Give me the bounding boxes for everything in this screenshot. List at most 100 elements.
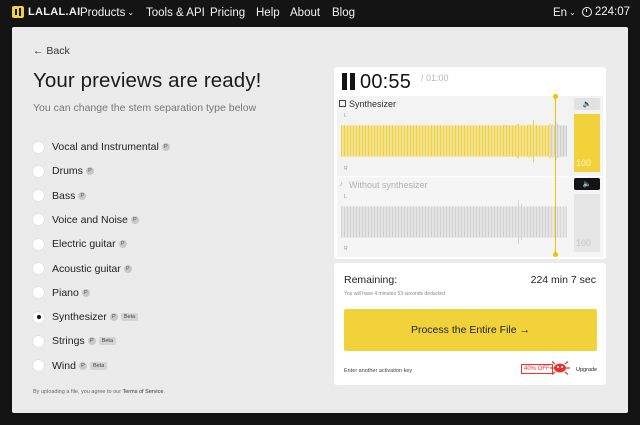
nav-about[interactable]: About xyxy=(290,7,320,19)
nav-help[interactable]: Help xyxy=(256,7,280,19)
waveform-bar xyxy=(491,206,492,238)
waveform-bar xyxy=(516,206,518,238)
playhead[interactable] xyxy=(555,97,556,255)
premium-badge: P xyxy=(130,215,139,224)
credits-display[interactable]: 224:07 xyxy=(581,6,630,18)
waveform-bar xyxy=(383,206,384,238)
waveform-bar xyxy=(549,206,551,238)
waveform-bar xyxy=(380,206,381,238)
waveform-bar xyxy=(476,125,477,157)
waveform-bar xyxy=(455,206,456,238)
waveform-bar xyxy=(543,206,545,238)
stem-option-electric-guitar[interactable]: Electric guitar P xyxy=(32,236,127,252)
waveform-bar xyxy=(552,123,554,159)
waveform-bar xyxy=(357,125,359,157)
radio-button[interactable] xyxy=(32,189,45,203)
radio-button[interactable] xyxy=(32,164,45,178)
waveform-bar xyxy=(521,125,522,157)
waveform-bar xyxy=(531,206,533,238)
radio-button[interactable] xyxy=(32,140,45,154)
track-name: Synthesizer xyxy=(349,99,397,109)
waveform-bar xyxy=(453,206,455,238)
radio-button-selected[interactable] xyxy=(32,310,45,324)
stem-option-voice-noise[interactable]: Voice and Noise P xyxy=(32,212,139,228)
nav-tools-api[interactable]: Tools & API xyxy=(146,7,205,19)
radio-button[interactable] xyxy=(32,334,45,348)
waveform-bar xyxy=(402,206,404,238)
process-entire-file-button[interactable]: Process the Entire File → xyxy=(344,309,597,351)
back-link[interactable]: ← Back xyxy=(33,45,70,57)
waveform-bar xyxy=(450,125,452,157)
waveform-bar xyxy=(525,206,527,238)
waveform-bar xyxy=(410,125,411,157)
stem-option-wind[interactable]: Wind P Beta xyxy=(32,358,108,374)
waveform-bar xyxy=(404,206,405,238)
nav-blog[interactable]: Blog xyxy=(332,7,355,19)
nav-pricing[interactable]: Pricing xyxy=(210,7,245,19)
waveform-bar xyxy=(471,206,473,238)
waveform-bar xyxy=(389,125,390,157)
track-synthesizer[interactable]: Synthesizer L R 🔈 100 xyxy=(337,96,603,176)
waveform-bar xyxy=(497,125,498,157)
upgrade-link[interactable]: Upgrade xyxy=(576,367,597,373)
mute-button[interactable]: 🔈 xyxy=(574,98,600,110)
stem-option-strings[interactable]: Strings P Beta xyxy=(32,333,117,349)
waveform-bar xyxy=(548,206,549,238)
waveform-bar xyxy=(425,125,426,157)
waveform-bar xyxy=(488,206,489,238)
synthesizer-waveform[interactable] xyxy=(337,110,569,172)
waveform-bar xyxy=(515,206,516,238)
waveform-bar xyxy=(503,125,504,157)
waveform-bar xyxy=(467,206,468,238)
radio-button[interactable] xyxy=(32,359,45,373)
stem-option-drums[interactable]: Drums P xyxy=(32,163,94,179)
logo[interactable]: LALAL.AI xyxy=(12,6,81,18)
waveform-bar xyxy=(501,206,503,238)
terms-link[interactable]: Terms of Service xyxy=(123,389,164,395)
waveform-bar xyxy=(354,125,356,157)
waveform-bar xyxy=(401,125,402,157)
waveform-bar xyxy=(477,125,479,157)
waveform-bar xyxy=(342,125,344,157)
waveform-bar xyxy=(530,206,531,238)
language-selector[interactable]: En ⌄ xyxy=(553,7,576,19)
stem-option-bass[interactable]: Bass P xyxy=(32,188,87,204)
logo-icon xyxy=(12,6,24,18)
waveform-bar xyxy=(510,206,512,238)
waveform-bar xyxy=(485,125,486,157)
playhead-knob-top[interactable] xyxy=(553,94,558,99)
waveform-bar xyxy=(395,206,396,238)
nav-products[interactable]: Products ⌄ xyxy=(80,7,134,19)
radio-button[interactable] xyxy=(32,213,45,227)
waveform-bar xyxy=(546,125,548,157)
track-without-synthesizer[interactable]: Without synthesizer L R 🔈 100 xyxy=(337,177,603,257)
waveform-bar xyxy=(444,125,446,157)
waveform-bar xyxy=(516,124,518,158)
waveform-bar xyxy=(411,206,413,238)
radio-button[interactable] xyxy=(32,286,45,300)
waveform-bar xyxy=(456,206,458,238)
pause-icon[interactable] xyxy=(342,73,356,90)
stem-option-acoustic-guitar[interactable]: Acoustic guitar P xyxy=(32,261,132,277)
radio-button[interactable] xyxy=(32,237,45,251)
mute-button[interactable]: 🔈 xyxy=(574,178,600,190)
waveform-bar xyxy=(486,125,488,157)
waveform-bar xyxy=(468,206,470,238)
waveform-bar xyxy=(386,125,387,157)
waveform-bar xyxy=(561,125,563,157)
waveform-bar xyxy=(515,125,516,157)
volume-value: 100 xyxy=(576,158,592,168)
stem-option-vocal-instrumental[interactable]: Vocal and Instrumental P xyxy=(32,139,170,155)
playhead-knob-bottom[interactable] xyxy=(553,252,558,257)
stem-option-piano[interactable]: Piano P xyxy=(32,285,90,301)
waveform-bar xyxy=(492,206,494,238)
activation-key-link[interactable]: Enter another activation key xyxy=(344,368,412,374)
waveform-bar xyxy=(542,206,543,238)
waveform-bar xyxy=(437,125,438,157)
instrumental-waveform[interactable] xyxy=(337,191,569,253)
waveform-bar xyxy=(420,125,422,157)
beta-badge: Beta xyxy=(98,337,117,346)
waveform-bar xyxy=(483,125,485,157)
radio-button[interactable] xyxy=(32,262,45,275)
stem-option-synthesizer[interactable]: Synthesizer P Beta xyxy=(32,309,139,325)
